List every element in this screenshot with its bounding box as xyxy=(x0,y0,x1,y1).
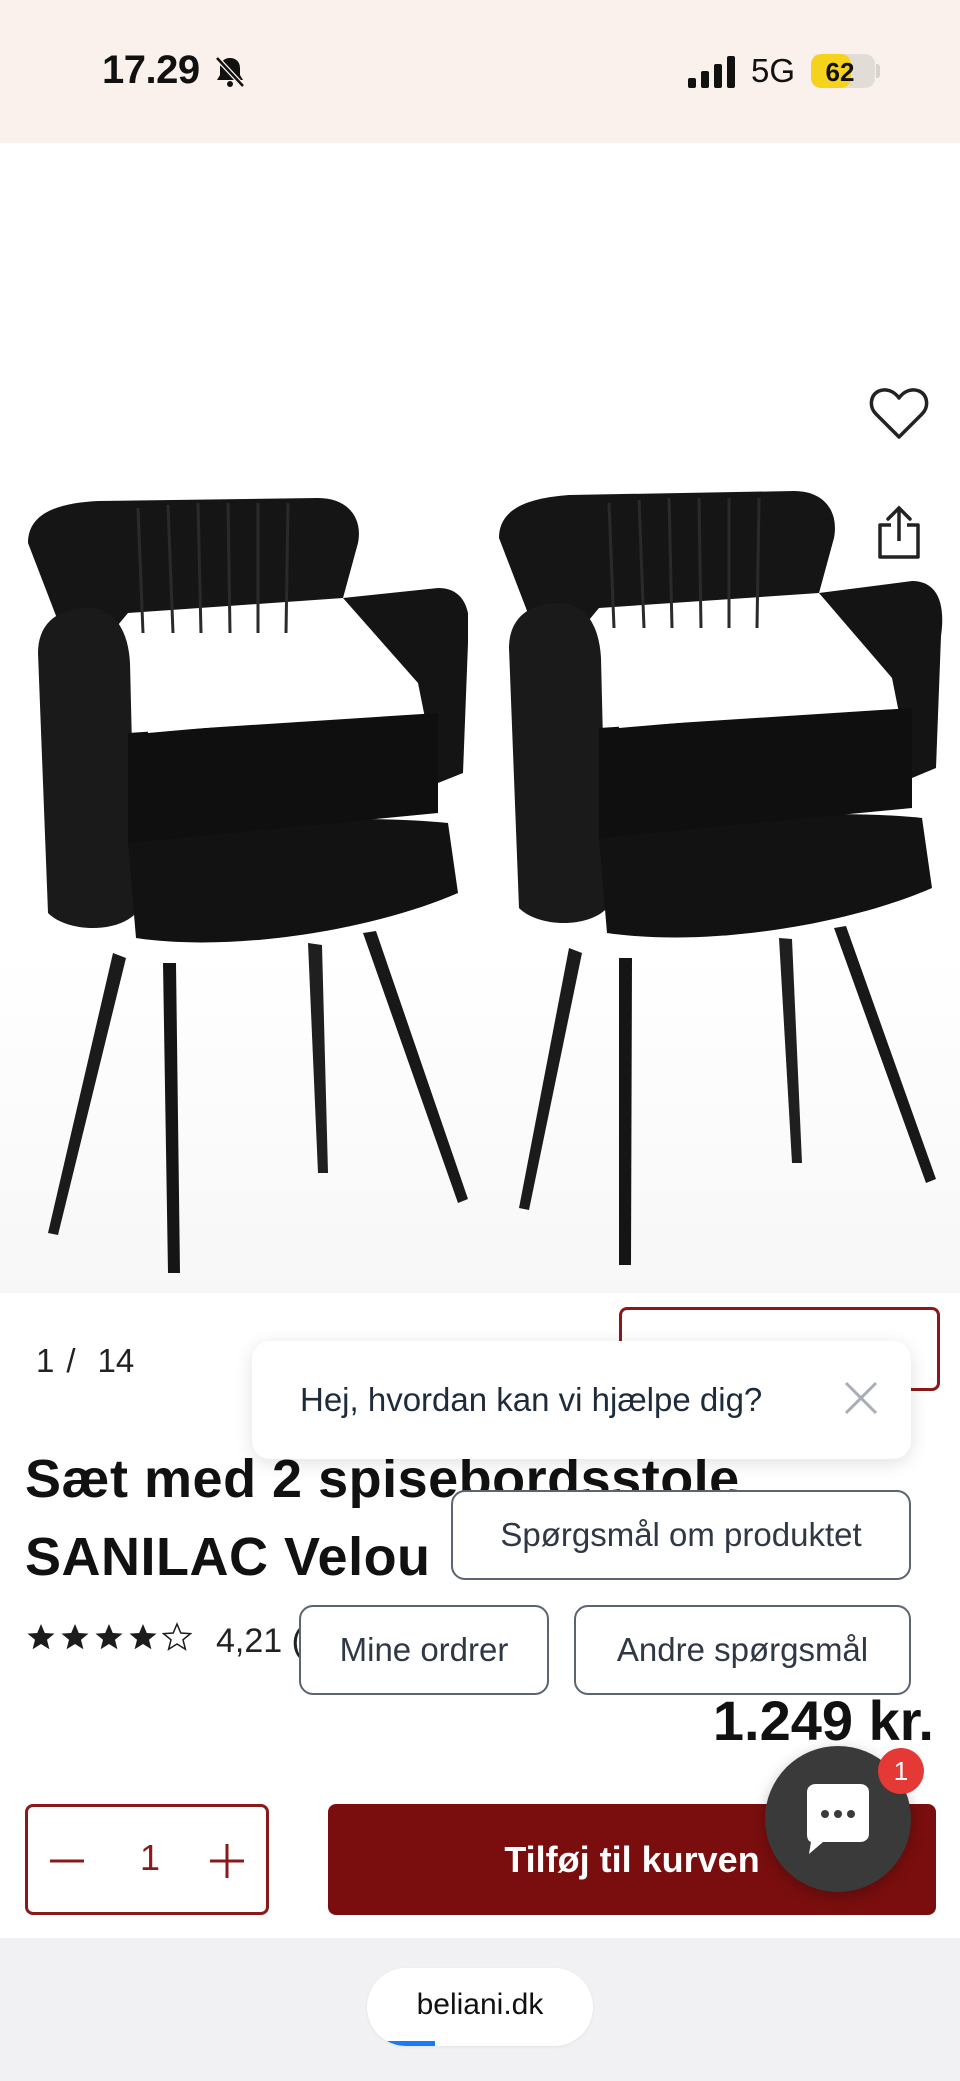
address-bar[interactable]: beliani.dk xyxy=(367,1968,593,2046)
signal-icon xyxy=(688,56,735,88)
gallery-current: 1 xyxy=(36,1342,55,1379)
minus-icon[interactable] xyxy=(42,1833,92,1889)
star-filled-icon xyxy=(129,1624,157,1650)
heart-icon[interactable] xyxy=(868,385,930,443)
star-empty-icon xyxy=(162,1622,192,1651)
gallery-separator: / xyxy=(66,1342,76,1379)
share-icon[interactable] xyxy=(874,505,924,561)
quantity-value[interactable]: 1 xyxy=(108,1837,192,1879)
battery-icon: 62 xyxy=(811,54,875,88)
rating-stars xyxy=(26,1622,192,1662)
star-filled-icon xyxy=(95,1624,123,1650)
clock: 17.29 xyxy=(102,48,200,92)
chat-bubble-icon xyxy=(807,1784,869,1854)
plus-icon[interactable] xyxy=(202,1833,252,1889)
chair-image-left xyxy=(28,498,468,1273)
battery-level: 62 xyxy=(825,57,855,87)
quantity-stepper: 1 xyxy=(25,1804,269,1915)
chair-image-right xyxy=(499,491,943,1265)
star-filled-icon xyxy=(61,1624,89,1650)
url-text: beliani.dk xyxy=(416,1988,544,2021)
page-load-progress xyxy=(367,2041,435,2046)
battery-tip xyxy=(876,64,880,78)
gallery-counter: 1 / 14 xyxy=(36,1342,146,1380)
product-image-gallery[interactable] xyxy=(0,143,960,1293)
chat-option-other-questions[interactable]: Andre spørgsmål xyxy=(574,1605,911,1695)
chat-option-product-question[interactable]: Spørgsmål om produktet xyxy=(451,1490,911,1580)
product-price: 1.249 kr. xyxy=(712,1689,934,1752)
rating-value: 4,21 ( xyxy=(216,1622,303,1660)
chat-notification-badge: 1 xyxy=(878,1748,924,1794)
gallery-total: 14 xyxy=(97,1342,135,1379)
chat-option-my-orders[interactable]: Mine ordrer xyxy=(299,1605,549,1695)
chat-greeting-text: Hej, hvordan kan vi hjælpe dig? xyxy=(300,1381,763,1418)
close-icon[interactable] xyxy=(836,1373,886,1423)
chat-greeting-bubble: Hej, hvordan kan vi hjælpe dig? xyxy=(252,1341,911,1459)
network-type: 5G xyxy=(751,52,796,89)
bell-slash-icon xyxy=(215,56,245,88)
status-bar: 17.29 5G 62 xyxy=(0,0,960,143)
star-filled-icon xyxy=(27,1624,55,1650)
